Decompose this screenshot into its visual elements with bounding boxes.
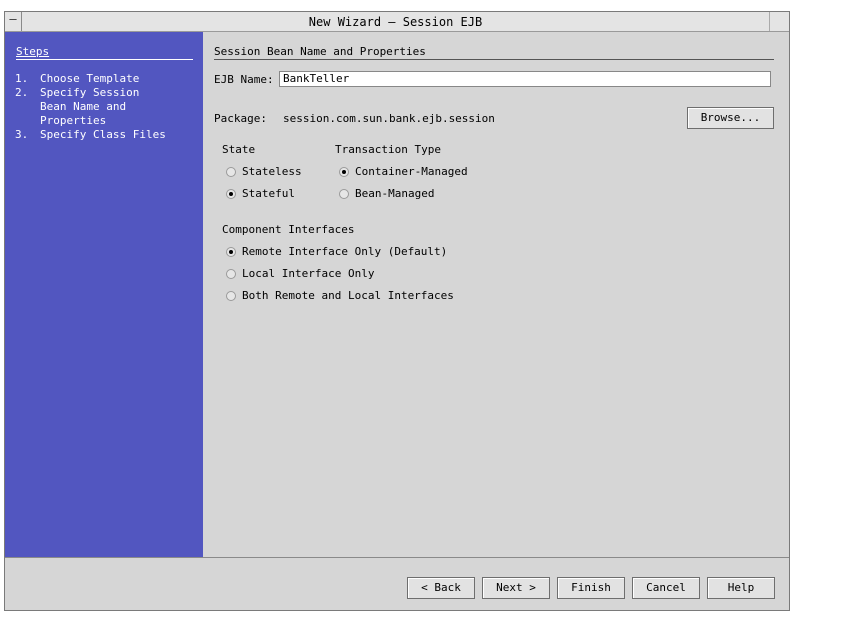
ejb-name-label: EJB Name:	[214, 73, 274, 86]
steps-sidebar: Steps 1. Choose Template 2. Specify Sess…	[5, 32, 203, 557]
window-title: New Wizard – Session EJB	[308, 15, 483, 29]
browse-button[interactable]: Browse...	[687, 107, 774, 129]
radio-local-interface[interactable]: Local Interface Only	[226, 267, 374, 280]
radio-label: Stateless	[242, 165, 302, 178]
radio-bean-managed[interactable]: Bean-Managed	[339, 187, 434, 200]
next-button[interactable]: Next >	[482, 577, 550, 599]
help-button[interactable]: Help	[707, 577, 775, 599]
steps-heading: Steps	[16, 45, 193, 60]
cancel-button[interactable]: Cancel	[632, 577, 700, 599]
radio-button-icon	[226, 290, 236, 301]
steps-list: 1. Choose Template 2. Specify Session Be…	[15, 72, 170, 142]
radio-label: Stateful	[242, 187, 295, 200]
radio-label: Both Remote and Local Interfaces	[242, 289, 454, 302]
radio-label: Remote Interface Only (Default)	[242, 245, 448, 258]
step-label: Specify Class Files	[40, 128, 166, 141]
title-bar-corner	[769, 12, 789, 31]
window-menu-icon[interactable]: –	[5, 12, 22, 31]
step-label: Specify Session Bean Name and Properties	[40, 86, 140, 127]
finish-button[interactable]: Finish	[557, 577, 625, 599]
wizard-window: – New Wizard – Session EJB Steps 1. Choo…	[4, 11, 790, 611]
radio-button-icon	[226, 166, 236, 177]
package-label: Package:	[214, 112, 267, 125]
radio-button-selected-icon	[226, 246, 236, 257]
transaction-type-label: Transaction Type	[335, 143, 441, 156]
state-label: State	[222, 143, 256, 156]
properties-panel: Session Bean Name and Properties EJB Nam…	[203, 32, 789, 557]
step-number: 3.	[15, 128, 29, 141]
step-number: 2.	[15, 86, 29, 99]
package-value: session.com.sun.bank.ejb.session	[283, 112, 495, 125]
button-bar: < Back Next > Finish Cancel Help	[5, 557, 789, 610]
step-number: 1.	[15, 72, 29, 85]
step-item: 1. Choose Template	[15, 72, 170, 86]
ejb-name-input[interactable]: BankTeller	[279, 71, 771, 87]
radio-stateful[interactable]: Stateful	[226, 187, 295, 200]
radio-both-interfaces[interactable]: Both Remote and Local Interfaces	[226, 289, 454, 302]
back-button[interactable]: < Back	[407, 577, 475, 599]
radio-button-icon	[339, 188, 349, 199]
step-item: 3. Specify Class Files	[15, 128, 170, 142]
radio-remote-interface[interactable]: Remote Interface Only (Default)	[226, 245, 447, 258]
radio-stateless[interactable]: Stateless	[226, 165, 302, 178]
step-label: Choose Template	[40, 72, 140, 85]
radio-label: Container-Managed	[355, 165, 468, 178]
radio-label: Local Interface Only	[242, 267, 375, 280]
radio-button-selected-icon	[339, 166, 349, 177]
component-interfaces-label: Component Interfaces	[222, 223, 355, 236]
radio-button-icon	[226, 268, 236, 279]
radio-label: Bean-Managed	[355, 187, 435, 200]
radio-container-managed[interactable]: Container-Managed	[339, 165, 468, 178]
radio-button-selected-icon	[226, 188, 236, 199]
section-heading: Session Bean Name and Properties	[214, 45, 774, 60]
step-item: 2. Specify Session Bean Name and Propert…	[15, 86, 170, 128]
title-bar: – New Wizard – Session EJB	[5, 12, 789, 32]
